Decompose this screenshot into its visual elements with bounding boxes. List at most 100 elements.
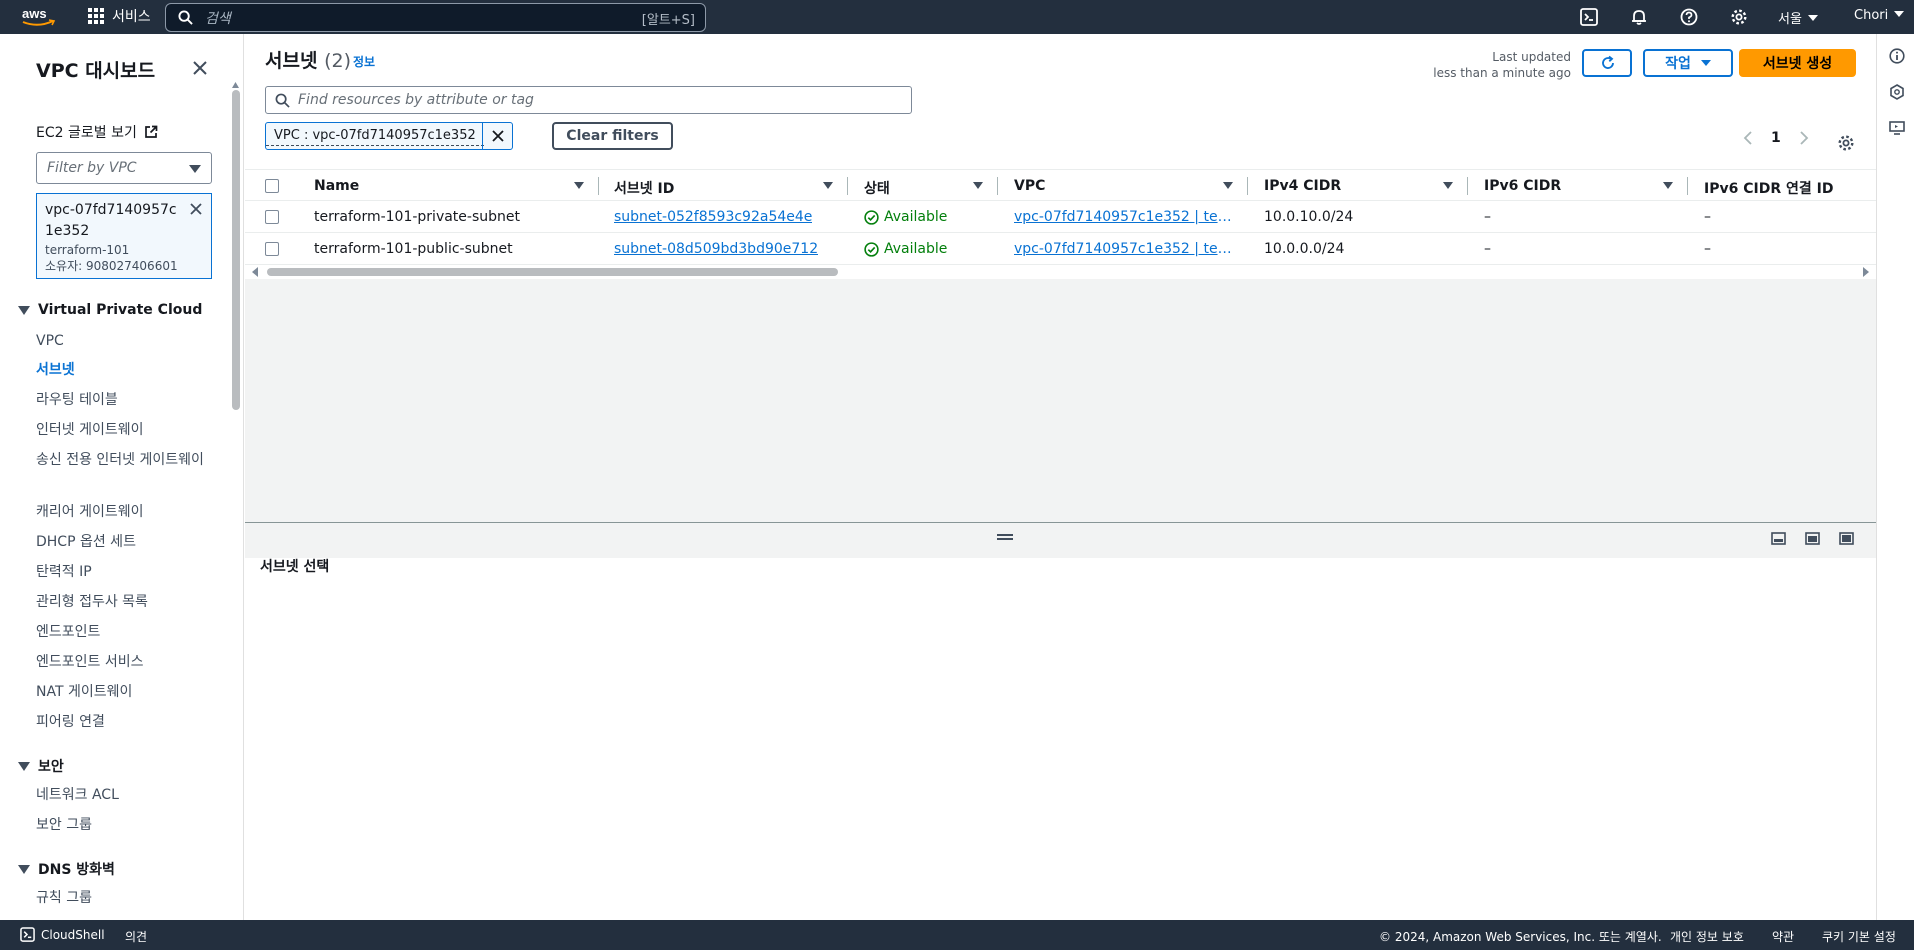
section-security[interactable]: 보안 [18, 756, 64, 776]
chevron-left-icon[interactable] [1743, 131, 1753, 145]
sidebar-item-subnets[interactable]: 서브넷 [36, 359, 206, 381]
column-divider[interactable] [847, 177, 848, 195]
column-divider[interactable] [997, 177, 998, 195]
sidebar-item-security-groups[interactable]: 보안 그룹 [36, 814, 206, 836]
sidebar-item-endpoint-services[interactable]: 엔드포인트 서비스 [36, 651, 206, 673]
sidebar-scroll-thumb[interactable] [232, 90, 240, 410]
clear-filters-button[interactable]: Clear filters [552, 122, 673, 150]
column-header-name[interactable]: Name [314, 178, 359, 194]
close-icon[interactable] [191, 59, 209, 77]
vpc-filter-placeholder: Filter by VPC [47, 160, 137, 176]
scroll-right-icon[interactable] [1862, 267, 1870, 277]
ec2-global-label: EC2 글로벌 보기 [36, 125, 137, 141]
column-divider[interactable] [1247, 177, 1248, 195]
services-menu-button[interactable]: 서비스 [88, 6, 151, 26]
status-available-icon [864, 241, 879, 257]
cell-vpc-link[interactable]: vpc-07fd7140957c1e352 | terraform-101 [1014, 209, 1234, 225]
column-header-subnet-id[interactable]: 서브넷 ID [614, 178, 674, 198]
section-dns-firewall[interactable]: DNS 방화벽 [18, 859, 115, 879]
column-header-ipv4-cidr[interactable]: IPv4 CIDR [1264, 178, 1341, 194]
actions-dropdown-button[interactable]: 작업 [1643, 49, 1733, 77]
ec2-global-view-link[interactable]: EC2 글로벌 보기 [36, 122, 158, 142]
column-header-ipv6-assoc[interactable]: IPv6 CIDR 연결 ID [1704, 178, 1833, 198]
refresh-button[interactable] [1582, 49, 1632, 77]
split-panel-divider[interactable] [245, 522, 1876, 523]
column-header-vpc[interactable]: VPC [1014, 178, 1045, 194]
remove-filter-button[interactable] [482, 123, 512, 149]
table-horizontal-scrollbar[interactable] [245, 265, 1876, 279]
column-divider[interactable] [1467, 177, 1468, 195]
panel-side-icon[interactable] [1805, 532, 1820, 545]
cell-subnet-id-link[interactable]: subnet-052f8593c92a54e4e [614, 209, 812, 225]
notifications-bell-icon[interactable] [1630, 8, 1648, 26]
main-content: 서브넷 (2) 정보 Last updated less than a minut… [245, 34, 1876, 920]
row-checkbox[interactable] [265, 242, 279, 256]
info-link[interactable]: 정보 [353, 53, 375, 70]
remove-vpc-filter-icon[interactable] [189, 202, 203, 216]
selected-vpc-id: vpc-07fd7140957c1e352 [45, 202, 177, 239]
feedback-link[interactable]: 의견 [125, 928, 147, 945]
refresh-icon [1602, 55, 1614, 69]
cell-subnet-id-link[interactable]: subnet-08d509bd3bd90e712 [614, 241, 818, 257]
sidebar-item-nat-gateways[interactable]: NAT 게이트웨이 [36, 681, 206, 703]
scroll-left-icon[interactable] [251, 267, 259, 277]
table-preferences-gear-icon[interactable] [1837, 134, 1855, 152]
info-panel-icon[interactable] [1889, 48, 1905, 64]
terms-link[interactable]: 약관 [1772, 928, 1794, 945]
section-virtual-private-cloud[interactable]: Virtual Private Cloud [18, 302, 202, 318]
settings-gear-icon[interactable] [1730, 8, 1748, 26]
sidebar-item-peering[interactable]: 피어링 연결 [36, 711, 206, 733]
column-header-status[interactable]: 상태 [864, 178, 890, 198]
sort-icon[interactable] [1223, 182, 1233, 189]
row-checkbox[interactable] [265, 210, 279, 224]
cloudshell-icon[interactable] [1580, 8, 1598, 26]
sort-icon[interactable] [574, 182, 584, 189]
cloudshell-footer-icon[interactable] [20, 927, 35, 945]
section-title: DNS 방화벽 [38, 862, 115, 878]
column-divider[interactable] [1687, 177, 1688, 195]
column-header-ipv6-cidr[interactable]: IPv6 CIDR [1484, 178, 1561, 194]
region-selector[interactable]: 서울 [1778, 8, 1818, 27]
sort-icon[interactable] [823, 182, 833, 189]
panel-bottom-icon[interactable] [1771, 532, 1786, 545]
privacy-link[interactable]: 개인 정보 보호 [1670, 928, 1744, 945]
cell-vpc-link[interactable]: vpc-07fd7140957c1e352 | terraform-101 [1014, 241, 1234, 257]
create-subnet-button[interactable]: 서브넷 생성 [1739, 49, 1856, 77]
sidebar-item-vpc[interactable]: VPC [36, 330, 206, 352]
sidebar-item-prefix-lists[interactable]: 관리형 접두사 목록 [36, 591, 206, 613]
select-all-checkbox[interactable] [265, 179, 279, 193]
filter-token[interactable]: VPC : vpc-07fd7140957c1e352 [265, 122, 513, 150]
panel-full-icon[interactable] [1839, 532, 1854, 545]
sort-icon[interactable] [1663, 182, 1673, 189]
resource-filter-input[interactable]: Find resources by attribute or tag [265, 86, 912, 114]
help-icon[interactable] [1680, 8, 1698, 26]
top-navigation-bar: aws 서비스 검색 [알트+S] 서울 Chori [0, 0, 1914, 34]
sort-icon[interactable] [1443, 182, 1453, 189]
global-search-input[interactable]: 검색 [알트+S] [165, 3, 706, 32]
sort-icon[interactable] [973, 182, 983, 189]
column-divider[interactable] [598, 177, 599, 195]
sidebar-item-rule-groups[interactable]: 규칙 그룹 [36, 887, 206, 909]
sidebar-item-network-acls[interactable]: 네트워크 ACL [36, 784, 206, 806]
current-page[interactable]: 1 [1771, 130, 1781, 146]
sidebar-item-internet-gateways[interactable]: 인터넷 게이트웨이 [36, 419, 206, 441]
sidebar-item-egress-only-igw[interactable]: 송신 전용 인터넷 게이트웨이 [36, 449, 206, 471]
sidebar-item-route-tables[interactable]: 라우팅 테이블 [36, 389, 206, 411]
sidebar-item-carrier-gateways[interactable]: 캐리어 게이트웨이 [36, 501, 206, 523]
cloudshell-link[interactable]: CloudShell [41, 928, 105, 942]
sidebar-item-endpoints[interactable]: 엔드포인트 [36, 621, 206, 643]
search-placeholder: 검색 [205, 10, 231, 27]
chevron-right-icon[interactable] [1799, 131, 1809, 145]
sidebar-item-dhcp-options[interactable]: DHCP 옵션 세트 [36, 531, 206, 553]
table-scroll-thumb[interactable] [267, 268, 838, 276]
tutorial-panel-icon[interactable] [1889, 120, 1905, 136]
resize-handle-icon[interactable] [997, 534, 1013, 540]
cookie-preferences-link[interactable]: 쿠키 기본 설정 [1822, 928, 1896, 945]
sidebar-item-elastic-ips[interactable]: 탄력적 IP [36, 561, 206, 583]
aws-logo[interactable]: aws [20, 6, 56, 28]
resource-explorer-icon[interactable] [1889, 84, 1905, 100]
user-menu[interactable]: Chori [1854, 8, 1905, 23]
vpc-filter-select[interactable]: Filter by VPC [36, 152, 212, 184]
table-row[interactable]: terraform-101-private-subnet subnet-052f… [245, 201, 1876, 233]
table-row[interactable]: terraform-101-public-subnet subnet-08d50… [245, 233, 1876, 265]
